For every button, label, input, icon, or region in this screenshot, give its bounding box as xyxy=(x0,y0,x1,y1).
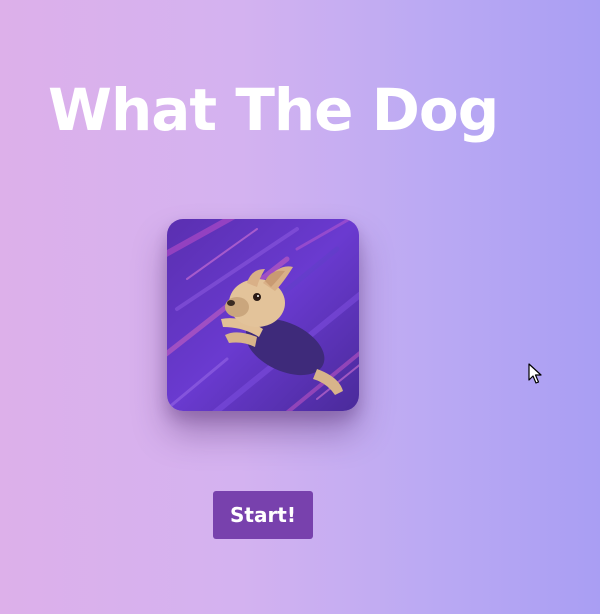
start-button[interactable]: Start! xyxy=(213,491,313,539)
mouse-cursor-icon xyxy=(528,363,542,384)
flying-dog-image xyxy=(167,219,359,411)
app-title: What The Dog xyxy=(48,76,499,144)
